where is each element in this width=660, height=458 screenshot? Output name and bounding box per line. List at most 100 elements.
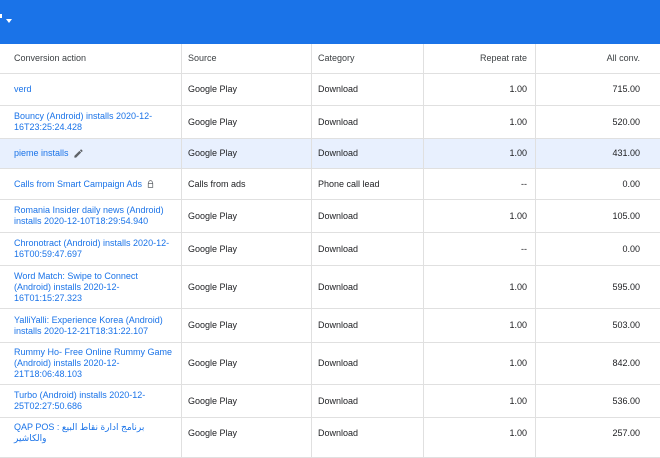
category-cell: Download (312, 309, 424, 342)
category-cell: Download (312, 233, 424, 265)
all-conv-cell: 520.00 (536, 106, 660, 138)
table-row: verd Google Play Download 1.00 715.00 (0, 74, 660, 106)
conversion-action-cell: Chronotract (Android) installs 2020-12-1… (0, 233, 182, 265)
repeat-rate-cell: 1.00 (424, 106, 536, 138)
repeat-rate-cell: -- (424, 233, 536, 265)
repeat-rate-value: -- (521, 178, 527, 189)
category-cell: Download (312, 74, 424, 105)
conversion-action-link[interactable]: verd (14, 84, 32, 95)
header-source[interactable]: Source (182, 44, 312, 73)
conversion-action-cell: verd (0, 74, 182, 105)
conversion-action-link[interactable]: YalliYalli: Experience Korea (Android) i… (14, 315, 175, 337)
menu-edge-icon[interactable] (0, 14, 6, 18)
repeat-rate-cell: 1.00 (424, 343, 536, 384)
category-value: Download (318, 243, 359, 254)
source-cell: Google Play (182, 139, 312, 168)
all-conv-value: 431.00 (612, 148, 640, 158)
conversion-action-cell: Calls from Smart Campaign Ads (0, 169, 182, 199)
source-value: Google Play (188, 281, 238, 292)
source-cell: Google Play (182, 74, 312, 105)
conversion-action-link[interactable]: Bouncy (Android) installs 2020-12-16T23:… (14, 111, 175, 133)
category-value: Download (318, 281, 359, 292)
source-cell: Google Play (182, 200, 312, 232)
header-repeat-rate[interactable]: Repeat rate (424, 44, 536, 73)
all-conv-value: 595.00 (612, 281, 640, 292)
category-value: Download (318, 428, 359, 438)
repeat-rate-cell: 1.00 (424, 139, 536, 168)
table-row: Bouncy (Android) installs 2020-12-16T23:… (0, 106, 660, 139)
conversion-action-cell: Turbo (Android) installs 2020-12-25T02:2… (0, 385, 182, 417)
repeat-rate-value: -- (521, 243, 527, 254)
category-cell: Download (312, 343, 424, 384)
table-row: Calls from Smart Campaign Ads Calls from… (0, 169, 660, 200)
conversion-action-link[interactable]: Calls from Smart Campaign Ads (14, 179, 142, 190)
header-label: Repeat rate (479, 53, 527, 63)
source-value: Google Play (188, 116, 238, 127)
source-cell: Google Play (182, 266, 312, 308)
all-conv-cell: 715.00 (536, 74, 660, 105)
repeat-rate-cell: 1.00 (424, 309, 536, 342)
repeat-rate-value: 1.00 (509, 358, 527, 368)
repeat-rate-value: 1.00 (509, 281, 527, 292)
conversion-action-link[interactable]: Word Match: Swipe to Connect (Android) i… (14, 271, 175, 304)
source-cell: Calls from ads (182, 169, 312, 199)
repeat-rate-cell: 1.00 (424, 418, 536, 457)
source-cell: Google Play (182, 418, 312, 457)
repeat-rate-cell: 1.00 (424, 266, 536, 308)
all-conv-cell: 842.00 (536, 343, 660, 384)
table-row: Romania Insider daily news (Android) ins… (0, 200, 660, 233)
header-all-conv[interactable]: All conv. (536, 44, 660, 73)
source-value: Google Play (188, 210, 238, 221)
all-conv-value: 503.00 (612, 320, 640, 330)
all-conv-value: 842.00 (612, 358, 640, 368)
source-value: Google Play (188, 428, 238, 438)
conversion-action-cell: YalliYalli: Experience Korea (Android) i… (0, 309, 182, 342)
repeat-rate-cell: -- (424, 169, 536, 199)
source-value: Google Play (188, 84, 238, 94)
source-value: Google Play (188, 148, 238, 158)
category-value: Download (318, 84, 359, 94)
conversion-action-link[interactable]: Romania Insider daily news (Android) ins… (14, 205, 175, 227)
table-row: Chronotract (Android) installs 2020-12-1… (0, 233, 660, 266)
lock-icon (146, 179, 155, 189)
table-row: Turbo (Android) installs 2020-12-25T02:2… (0, 385, 660, 418)
category-value: Download (318, 358, 359, 368)
source-cell: Google Play (182, 309, 312, 342)
source-value: Google Play (188, 395, 238, 406)
category-value: Download (318, 320, 359, 330)
conversion-action-link[interactable]: QAP POS : برنامج ادارة نقاط البيع والكاش… (14, 422, 175, 444)
all-conv-value: 105.00 (612, 210, 640, 221)
category-value: Phone call lead (318, 178, 380, 189)
repeat-rate-value: 1.00 (509, 395, 527, 406)
all-conv-cell: 0.00 (536, 233, 660, 265)
all-conv-value: 520.00 (612, 116, 640, 127)
repeat-rate-cell: 1.00 (424, 385, 536, 417)
pencil-icon[interactable] (73, 148, 84, 159)
conversion-action-cell: Rummy Ho- Free Online Rummy Game (Androi… (0, 343, 182, 384)
source-cell: Google Play (182, 385, 312, 417)
all-conv-value: 257.00 (612, 428, 640, 438)
repeat-rate-value: 1.00 (509, 320, 527, 330)
conversion-action-link[interactable]: Chronotract (Android) installs 2020-12-1… (14, 238, 175, 260)
header-category[interactable]: Category (312, 44, 424, 73)
source-value: Google Play (188, 243, 238, 254)
all-conv-value: 715.00 (612, 84, 640, 94)
source-value: Google Play (188, 320, 238, 330)
all-conv-cell: 503.00 (536, 309, 660, 342)
conversion-action-link[interactable]: Rummy Ho- Free Online Rummy Game (Androi… (14, 347, 175, 380)
chevron-down-icon[interactable] (6, 19, 12, 23)
category-value: Download (318, 116, 359, 127)
repeat-rate-cell: 1.00 (424, 74, 536, 105)
all-conv-cell: 536.00 (536, 385, 660, 417)
conversion-action-link[interactable]: Turbo (Android) installs 2020-12-25T02:2… (14, 390, 175, 412)
conversion-action-link[interactable]: pieme installs (14, 148, 69, 159)
category-value: Download (318, 395, 359, 406)
table-row: YalliYalli: Experience Korea (Android) i… (0, 309, 660, 343)
top-app-bar (0, 0, 660, 44)
source-cell: Google Play (182, 343, 312, 384)
source-cell: Google Play (182, 106, 312, 138)
header-conversion-action[interactable]: Conversion action (0, 44, 182, 73)
repeat-rate-cell: 1.00 (424, 200, 536, 232)
table-row: pieme installs Google Play Download 1.00… (0, 139, 660, 169)
all-conv-value: 536.00 (612, 395, 640, 406)
